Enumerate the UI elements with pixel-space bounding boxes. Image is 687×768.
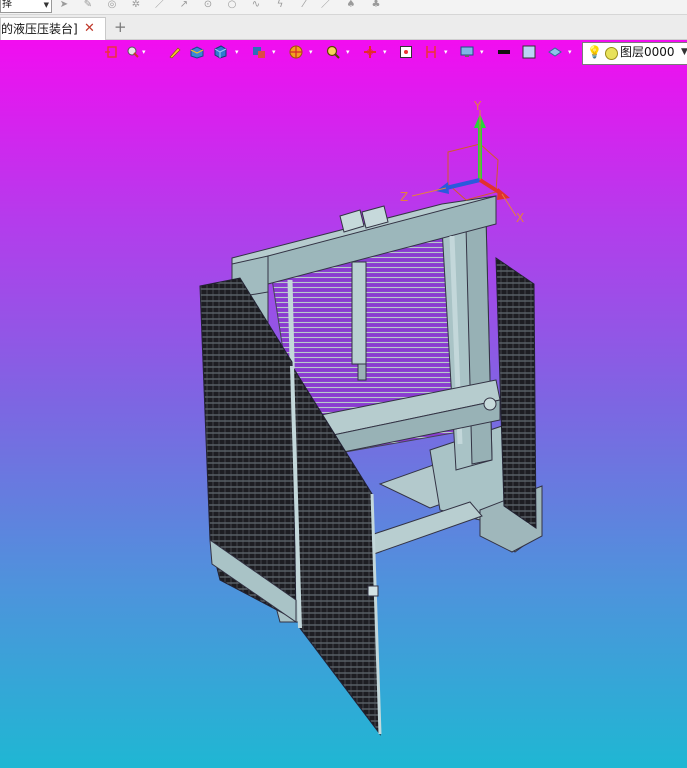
- selection-mode-value: 择: [2, 0, 12, 10]
- z-axis-label: Z: [400, 190, 408, 204]
- spline-icon[interactable]: ∿: [250, 0, 262, 10]
- tab-document[interactable]: 的液压压装台] ✕: [0, 17, 106, 40]
- hydraulic-press-model[interactable]: Y X Z: [0, 40, 687, 768]
- selection-mode-select[interactable]: 择 ▼: [0, 0, 52, 13]
- line-icon-2[interactable]: ／: [320, 0, 332, 10]
- x-axis-label: X: [516, 211, 524, 225]
- 3d-viewport[interactable]: ▾ ▾ ▾ ▾ ▾ ▾ ▾ ▾ ▾ 💡 图层0000 ▼ Y X Z: [0, 40, 687, 768]
- bearing-right: [483, 397, 497, 411]
- top-toolbar: 择 ▼ ➤ ✎ ◎ ✲ ／ ↗ ⊙ ○ ∿ ϟ ⁄ ／ ♠ ♣: [0, 0, 687, 15]
- triad-box: [447, 143, 499, 201]
- z-axis-head: [436, 182, 449, 194]
- cylinder-rod: [357, 363, 367, 381]
- circle-icon[interactable]: ○: [226, 0, 238, 10]
- y-axis-label: Y: [473, 99, 482, 113]
- bird-icon[interactable]: ♠: [345, 0, 357, 10]
- arrow-diagonal-icon[interactable]: ↗: [178, 0, 190, 10]
- curve-icon[interactable]: ϟ: [274, 0, 286, 10]
- bird-icon-2[interactable]: ♣: [370, 0, 382, 10]
- chevron-down-icon: ▼: [43, 1, 49, 9]
- hydraulic-cylinder: [351, 261, 367, 365]
- add-tab-button[interactable]: +: [114, 18, 127, 36]
- close-icon[interactable]: ✕: [84, 19, 95, 39]
- line-icon[interactable]: ／: [154, 0, 166, 10]
- settings-icon[interactable]: ✲: [130, 0, 142, 10]
- slash-icon[interactable]: ⁄: [298, 0, 310, 10]
- door-latch[interactable]: [367, 585, 379, 597]
- tab-document-label: 的液压压装台]: [1, 22, 78, 36]
- x-axis-head: [497, 188, 510, 200]
- circle-play-icon[interactable]: ◎: [106, 0, 118, 10]
- document-tab-bar: 的液压压装台] ✕ +: [0, 15, 687, 40]
- arrow-icon[interactable]: ➤: [58, 0, 70, 10]
- z-axis-arrow: [445, 178, 481, 190]
- pencil-icon[interactable]: ✎: [82, 0, 94, 10]
- circle-dot-icon[interactable]: ⊙: [202, 0, 214, 10]
